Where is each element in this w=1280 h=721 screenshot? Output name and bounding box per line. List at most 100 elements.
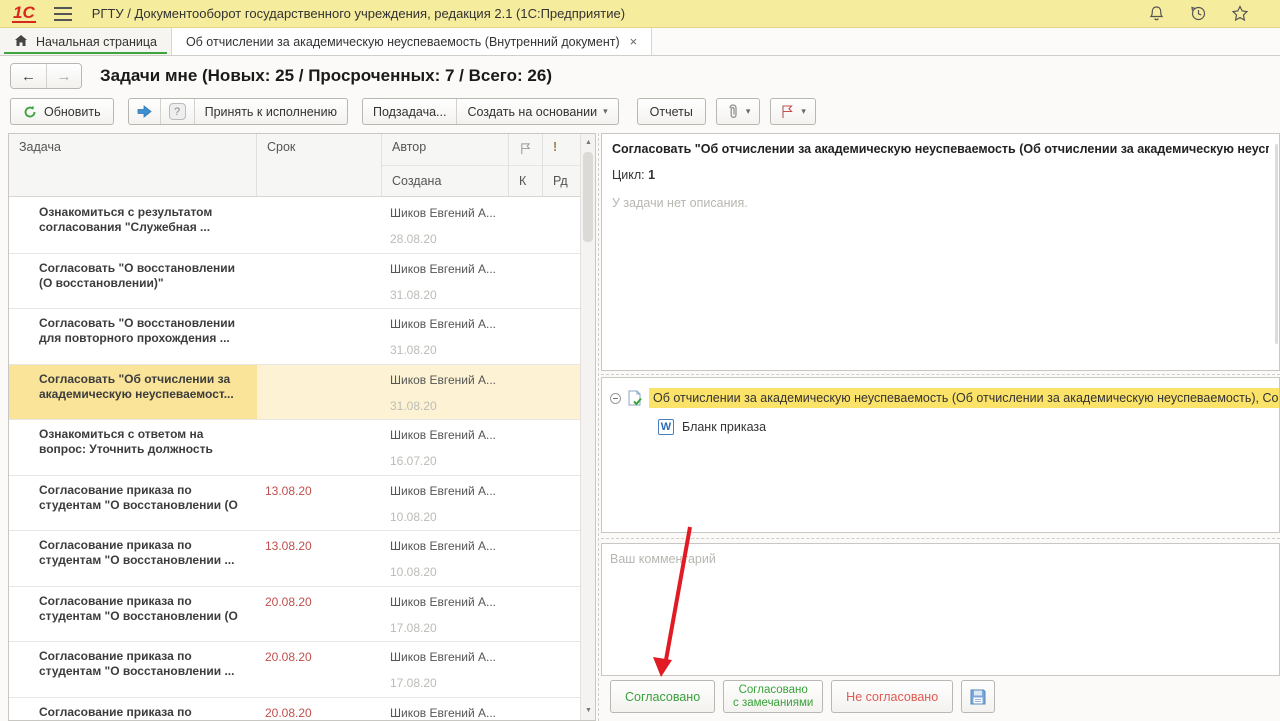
collapse-icon[interactable] [610, 393, 621, 404]
forward-button[interactable]: → [46, 64, 81, 88]
due-date [257, 420, 382, 475]
tab-home-label: Начальная страница [36, 35, 157, 49]
attachment-document-title[interactable]: Об отчислении за академическую неуспевае… [649, 388, 1279, 408]
created-date: 31.08.20 [390, 399, 509, 413]
column-header-author[interactable]: Автор Создана [382, 134, 509, 196]
column-header-due[interactable]: Срок [257, 134, 382, 196]
table-row[interactable]: Согласование приказа постудентам "О восс… [9, 587, 581, 643]
chevron-down-icon: ▾ [603, 106, 608, 117]
chevron-down-icon: ▾ [746, 106, 751, 117]
flag-cell [509, 309, 543, 364]
approved-button[interactable]: Согласовано [610, 680, 715, 713]
due-date: 13.08.20 [257, 531, 382, 586]
due-date: 20.08.20 [257, 587, 382, 642]
create-based-button[interactable]: Создать на основании ▾ [456, 99, 617, 124]
task-rows: Ознакомиться с результатомсогласования "… [9, 198, 581, 721]
not-approved-button[interactable]: Не согласовано [831, 680, 953, 713]
no-description-text: У задачи нет описания. [612, 196, 1269, 210]
author-name: Шиков Евгений А... [390, 650, 509, 664]
author-name: Шиков Евгений А... [390, 262, 509, 276]
importance-cell [543, 587, 581, 642]
created-date: 17.08.20 [390, 676, 509, 690]
due-date: 20.08.20 [257, 698, 382, 721]
horizontal-splitter[interactable] [601, 538, 1280, 539]
toolbar: Обновить ? Принять к исполнению Подзадач… [0, 98, 1280, 130]
created-date: 17.08.20 [390, 621, 509, 635]
due-date: 20.08.20 [257, 642, 382, 697]
author-name: Шиков Евгений А... [390, 317, 509, 331]
table-row[interactable]: Согласование приказа постудентам "О восс… [9, 531, 581, 587]
tab-document-label: Об отчислении за академическую неуспевае… [186, 35, 620, 49]
reports-button[interactable]: Отчеты [637, 98, 706, 125]
horizontal-splitter[interactable] [601, 374, 1280, 375]
table-row[interactable]: Согласование приказа по 20.08.20 Шиков Е… [9, 698, 581, 721]
due-date: 13.08.20 [257, 476, 382, 531]
refresh-icon [23, 105, 37, 119]
created-date: 16.07.20 [390, 454, 509, 468]
created-column-label: Создана [392, 166, 508, 188]
task-list-scrollbar[interactable]: ▲ ▼ [580, 134, 595, 720]
question-button[interactable]: ? [160, 99, 194, 124]
due-date [257, 309, 382, 364]
vertical-splitter[interactable] [598, 133, 599, 721]
window-title: РГТУ / Документооборот государственного … [92, 6, 625, 21]
page-title: Задачи мне (Новых: 25 / Просроченных: 7 … [100, 66, 552, 86]
word-file-icon: W [658, 419, 674, 435]
notifications-bell-icon[interactable] [1146, 4, 1166, 24]
column-header-importance[interactable]: ! Рд [543, 134, 581, 196]
importance-cell [543, 420, 581, 475]
table-row[interactable]: Согласовать "О восстановлениидля повторн… [9, 309, 581, 365]
blue-arrow-icon [137, 105, 152, 118]
flag-cell [509, 587, 543, 642]
forward-task-button[interactable] [129, 99, 160, 124]
cycle-line: Цикл: 1 [612, 168, 1269, 182]
flag-cell [509, 198, 543, 253]
scroll-up-icon[interactable]: ▲ [581, 136, 596, 150]
column-header-task[interactable]: Задача [9, 134, 257, 196]
home-icon [14, 34, 28, 50]
attachment-file-row[interactable]: W Бланк приказа [658, 414, 1279, 440]
refresh-button[interactable]: Обновить [10, 98, 114, 125]
flag-button[interactable]: ▾ [770, 98, 816, 125]
table-row[interactable]: Согласование приказа постудентам "О восс… [9, 642, 581, 698]
column-header-flag[interactable]: К [509, 134, 543, 196]
table-row[interactable]: Ознакомиться с результатомсогласования "… [9, 198, 581, 254]
importance-column-label: ! [553, 140, 581, 166]
tab-close-icon[interactable]: × [630, 34, 638, 49]
create-group: Подзадача... Создать на основании ▾ [362, 98, 619, 125]
flag-icon [780, 104, 795, 119]
author-column-label: Автор [392, 140, 508, 166]
subtask-label: Подзадача... [373, 105, 447, 119]
tab-home[interactable]: Начальная страница [0, 28, 172, 55]
table-row[interactable]: Согласование приказа постудентам "О восс… [9, 476, 581, 532]
scroll-down-icon[interactable]: ▼ [581, 704, 596, 718]
scrollbar-thumb[interactable] [583, 152, 593, 242]
details-scrollbar[interactable] [1275, 144, 1278, 344]
refresh-label: Обновить [44, 105, 101, 119]
created-date: 31.08.20 [390, 288, 509, 302]
approved-remarks-line2: с замечаниями [733, 697, 813, 710]
attachment-document-row[interactable]: Об отчислении за академическую неуспевае… [610, 386, 1279, 410]
main-menu-icon[interactable] [54, 7, 72, 21]
tab-document[interactable]: Об отчислении за академическую неуспевае… [172, 28, 652, 55]
history-icon[interactable] [1188, 4, 1208, 24]
save-button[interactable] [961, 680, 995, 713]
table-row[interactable]: Ознакомиться с ответом навопрос: Уточнит… [9, 420, 581, 476]
floppy-disk-icon [969, 688, 987, 706]
author-name: Шиков Евгений А... [390, 706, 509, 720]
due-column-label: Срок [267, 140, 381, 166]
due-date [257, 254, 382, 309]
attachment-file-title: Бланк приказа [682, 420, 766, 434]
task-list-panel: Задача Срок Автор Создана К ! Рд [8, 133, 596, 721]
table-row[interactable]: Согласовать "Об отчислении заакадемическ… [9, 365, 581, 421]
approved-with-remarks-button[interactable]: Согласовано с замечаниями [723, 680, 823, 713]
table-row[interactable]: Согласовать "О восстановлении(О восстано… [9, 254, 581, 310]
attachments-button[interactable]: ▾ [716, 98, 761, 125]
comment-input[interactable] [602, 544, 1279, 675]
subtask-button[interactable]: Подзадача... [363, 99, 457, 124]
search-icon[interactable] [1272, 4, 1280, 24]
back-button[interactable]: ← [11, 64, 46, 88]
accept-button[interactable]: Принять к исполнению [194, 99, 347, 124]
title-bar: 1С РГТУ / Документооборот государственно… [0, 0, 1280, 28]
favorites-star-icon[interactable] [1230, 4, 1250, 24]
